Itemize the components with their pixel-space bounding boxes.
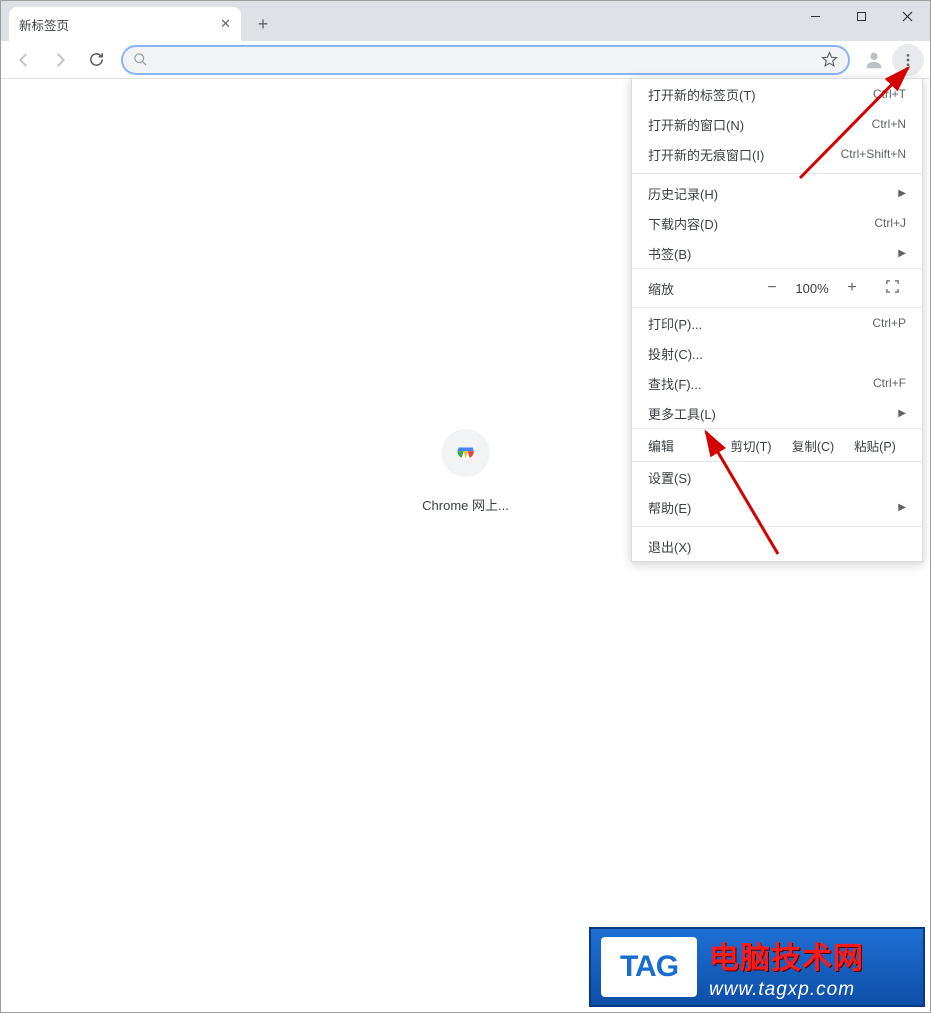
close-tab-icon[interactable]: ✕ (220, 16, 231, 32)
watermark-tag: TAG (601, 937, 697, 997)
menu-edit-row: 编辑 剪切(T) 复制(C) 粘贴(P) (632, 428, 922, 462)
watermark-url: www.tagxp.com (709, 979, 864, 1001)
menu-downloads[interactable]: 下载内容(D) Ctrl+J (632, 208, 922, 238)
submenu-arrow-icon: ▶ (898, 188, 906, 199)
zoom-in-button[interactable]: + (836, 279, 868, 297)
menu-new-window[interactable]: 打开新的窗口(N) Ctrl+N (632, 109, 922, 139)
zoom-out-button[interactable]: − (756, 279, 788, 297)
profile-button[interactable] (858, 44, 890, 76)
menu-new-incognito[interactable]: 打开新的无痕窗口(I) Ctrl+Shift+N (632, 139, 922, 169)
menu-settings[interactable]: 设置(S) (632, 462, 922, 492)
menu-history[interactable]: 历史记录(H) ▶ (632, 178, 922, 208)
submenu-arrow-icon: ▶ (898, 248, 906, 259)
copy-button[interactable]: 复制(C) (782, 436, 844, 455)
watermark-title: 电脑技术网 (709, 933, 864, 977)
edit-label: 编辑 (648, 436, 674, 455)
fullscreen-button[interactable] (878, 279, 906, 297)
zoom-value: 100% (788, 281, 836, 296)
menu-new-tab[interactable]: 打开新的标签页(T) Ctrl+T (632, 79, 922, 109)
paste-button[interactable]: 粘贴(P) (844, 436, 906, 455)
menu-find[interactable]: 查找(F)... Ctrl+F (632, 368, 922, 398)
menu-exit[interactable]: 退出(X) (632, 531, 922, 561)
menu-help[interactable]: 帮助(E) ▶ (632, 492, 922, 522)
chrome-webstore-icon (442, 429, 490, 477)
menu-print[interactable]: 打印(P)... Ctrl+P (632, 308, 922, 338)
menu-zoom-row: 缩放 − 100% + (632, 268, 922, 308)
reload-button[interactable] (79, 45, 113, 75)
zoom-label: 缩放 (648, 279, 674, 298)
window-controls (792, 1, 930, 31)
forward-button[interactable] (43, 45, 77, 75)
menu-separator (632, 526, 922, 527)
submenu-arrow-icon: ▶ (898, 502, 906, 513)
address-bar[interactable] (121, 45, 850, 75)
app-shortcut-label: Chrome 网上... (422, 495, 509, 514)
menu-bookmarks[interactable]: 书签(B) ▶ (632, 238, 922, 268)
toolbar (1, 41, 930, 79)
close-window-button[interactable] (884, 1, 930, 31)
chrome-main-menu: 打开新的标签页(T) Ctrl+T 打开新的窗口(N) Ctrl+N 打开新的无… (631, 78, 923, 562)
browser-window: 新标签页 ✕ + (0, 0, 931, 1013)
tab-title: 新标签页 (19, 15, 69, 34)
more-menu-button[interactable] (892, 44, 924, 76)
browser-tab[interactable]: 新标签页 ✕ (9, 7, 241, 41)
bookmark-star-icon[interactable] (821, 51, 838, 68)
cut-button[interactable]: 剪切(T) (720, 436, 782, 455)
search-icon (133, 52, 148, 67)
submenu-arrow-icon: ▶ (898, 408, 906, 419)
menu-separator (632, 173, 922, 174)
menu-more-tools[interactable]: 更多工具(L) ▶ (632, 398, 922, 428)
menu-cast[interactable]: 投射(C)... (632, 338, 922, 368)
app-shortcut[interactable]: Chrome 网上... (422, 429, 509, 514)
tab-strip: 新标签页 ✕ + (1, 1, 930, 41)
back-button[interactable] (7, 45, 41, 75)
maximize-button[interactable] (838, 1, 884, 31)
watermark: TAG 电脑技术网 www.tagxp.com (589, 927, 925, 1007)
new-tab-button[interactable]: + (249, 10, 277, 38)
minimize-button[interactable] (792, 1, 838, 31)
